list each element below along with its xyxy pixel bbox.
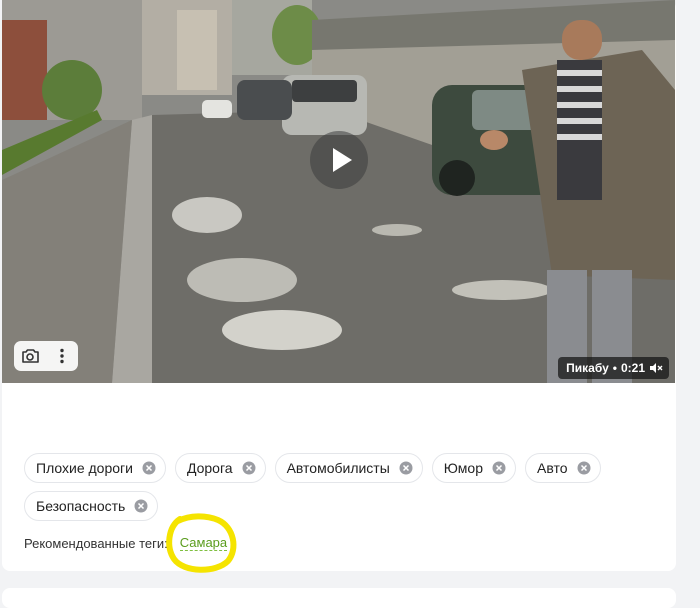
watermark-site: Пикабу <box>566 361 609 375</box>
remove-tag-icon[interactable] <box>242 461 256 475</box>
camera-icon <box>22 349 39 363</box>
video-frame <box>2 0 675 383</box>
tag-chip[interactable]: Безопасность <box>24 491 159 521</box>
next-card <box>2 588 676 608</box>
play-button[interactable] <box>310 131 368 189</box>
tag-chip[interactable]: Юмор <box>431 453 516 483</box>
watermark-separator: • <box>612 361 617 375</box>
more-options-button[interactable] <box>46 341 78 371</box>
remove-tag-icon[interactable] <box>134 499 148 513</box>
tag-label: Дорога <box>186 460 233 476</box>
remove-tag-icon[interactable] <box>577 461 591 475</box>
recommended-tag-link[interactable]: Самара <box>179 535 228 551</box>
play-icon <box>333 148 352 172</box>
tag-chip[interactable]: Авто <box>524 453 601 483</box>
video-player[interactable]: Пикабу • 0:21 <box>2 0 675 383</box>
tag-chip[interactable]: Плохие дороги <box>24 453 166 483</box>
remove-tag-icon[interactable] <box>492 461 506 475</box>
recommended-label: Рекомендованные теги: <box>24 535 168 551</box>
tag-chip[interactable]: Автомобилисты <box>274 453 423 483</box>
volume-muted-icon[interactable] <box>649 362 663 374</box>
video-duration: 0:21 <box>620 361 645 375</box>
tag-label: Безопасность <box>36 498 126 514</box>
tag-label: Автомобилисты <box>286 460 390 476</box>
video-watermark: Пикабу • 0:21 <box>558 357 669 379</box>
screenshot-button[interactable] <box>14 341 46 371</box>
tag-chip[interactable]: Дорога <box>174 453 266 483</box>
remove-tag-icon[interactable] <box>142 461 156 475</box>
recommended-tags: Рекомендованные теги: Самара <box>24 535 228 551</box>
more-vertical-icon <box>60 348 64 364</box>
remove-tag-icon[interactable] <box>399 461 413 475</box>
tag-label: Плохие дороги <box>36 460 133 476</box>
tag-label: Авто <box>536 460 568 476</box>
tag-list: Плохие дороги Дорога Автомобилисты Юмор … <box>24 453 664 521</box>
video-controls <box>14 341 78 371</box>
tag-label: Юмор <box>443 460 483 476</box>
